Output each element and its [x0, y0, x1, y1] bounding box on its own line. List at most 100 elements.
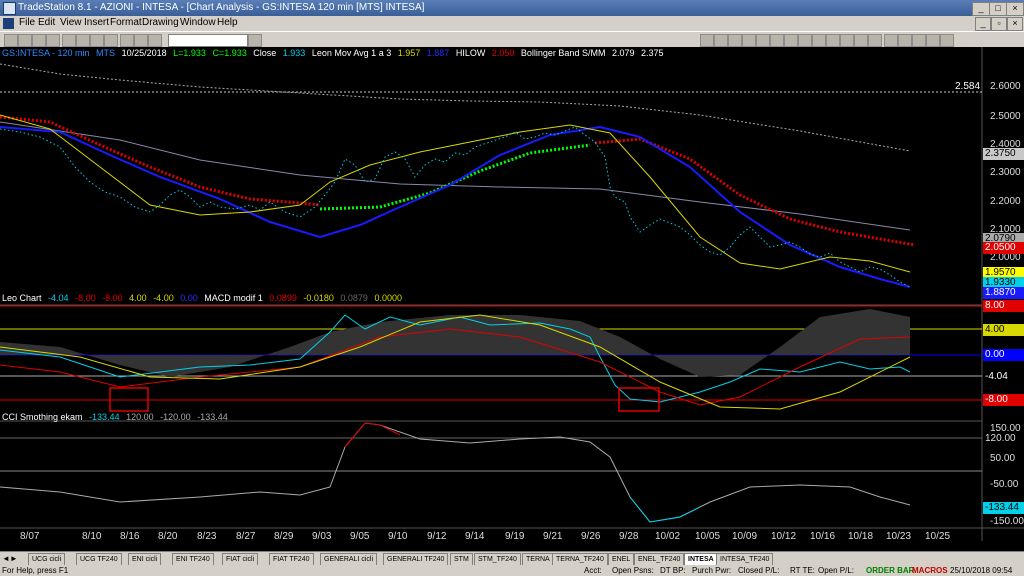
tab-scroll-left-icon[interactable]: ◄► [2, 554, 18, 563]
leo-legend-v3: -8.00 [102, 293, 123, 303]
date-label: 10/16 [810, 531, 836, 542]
rectangle-icon[interactable] [798, 34, 812, 47]
bb-red-right [594, 137, 916, 247]
leo-legend-v6: 0.00 [180, 293, 198, 303]
menu-insert[interactable]: Insert [84, 17, 109, 28]
properties-icon[interactable] [898, 34, 912, 47]
strategy-icon[interactable] [926, 34, 940, 47]
legend-movavg: Leon Mov Avg 1 a 3 [311, 48, 392, 58]
cursor-icon[interactable] [700, 34, 714, 47]
text-icon[interactable] [784, 34, 798, 47]
price-tick: 2.5000 [990, 111, 1021, 122]
legend-close-val: 1.933 [282, 48, 306, 58]
arrow-up-icon[interactable] [826, 34, 840, 47]
cci-legend-v2: 120.00 [126, 412, 154, 422]
status-datetime: 25/10/2018 09:54 [950, 566, 1013, 575]
date-label: 10/02 [655, 531, 681, 542]
legend-close-label: Close [253, 48, 277, 58]
leo-legend-v2: -8.00 [75, 293, 96, 303]
zoom-in-icon[interactable] [134, 34, 148, 47]
date-label: 9/26 [581, 531, 601, 542]
date-label: 10/12 [771, 531, 797, 542]
menu-file[interactable]: File [19, 17, 35, 28]
chart-area[interactable]: GS:INTESA - 120 min MTS 10/25/2018 L=1.9… [0, 47, 1024, 541]
menu-help[interactable]: Help [217, 17, 238, 28]
menu-format[interactable]: Format [110, 17, 142, 28]
leo-legend-macd: MACD modif 1 [204, 293, 263, 303]
leo-legend-m2: -0.0180 [303, 293, 334, 303]
cut-icon[interactable] [62, 34, 76, 47]
legend-bb-val1: 2.079 [611, 48, 635, 58]
trendline-icon[interactable] [728, 34, 742, 47]
bb-upper-label: 2.3750 [983, 148, 1024, 160]
cci-label-120: 120.00 [983, 433, 1024, 445]
chart-window-icon [3, 18, 14, 29]
date-label: 8/27 [236, 531, 256, 542]
minimize-button[interactable]: _ [972, 2, 990, 16]
date-label: 9/28 [619, 531, 639, 542]
workspace-tabs: ◄► UCG cicli UCG TF240 ENI cicli ENI TF2… [0, 551, 1024, 567]
cci-cyan-trough [629, 496, 701, 523]
mdi-restore-button[interactable]: ▫ [991, 17, 1007, 31]
movavg2-label: 1.8870 [983, 287, 1024, 299]
horizontal-line-icon[interactable] [742, 34, 756, 47]
status-order-bar[interactable]: ORDER BAR [866, 565, 914, 576]
arrow-down-icon[interactable] [840, 34, 854, 47]
leo-legend-m4: 0.0000 [374, 293, 402, 303]
maximize-button[interactable]: □ [989, 2, 1007, 16]
long-trend-line [0, 63, 911, 152]
status-macros[interactable]: MACROS [912, 565, 948, 576]
crosshair-icon[interactable] [714, 34, 728, 47]
resistance-value: 2.584 [955, 81, 981, 92]
close-button[interactable]: × [1006, 2, 1024, 16]
date-label: 8/10 [82, 531, 102, 542]
price-tick: 2.6000 [990, 81, 1021, 92]
zoom-out-icon[interactable] [148, 34, 162, 47]
menu-edit[interactable]: Edit [38, 17, 55, 28]
save-icon[interactable] [32, 34, 46, 47]
mdi-close-button[interactable]: × [1007, 17, 1023, 31]
menu-window[interactable]: Window [180, 17, 216, 28]
cci-legend-name: CCI Smothing ekam [2, 412, 83, 422]
status-open-psns: Open Psns: [612, 566, 654, 575]
leo-legend-v4: 4.00 [129, 293, 147, 303]
print-icon[interactable] [46, 34, 60, 47]
fibonacci-icon[interactable] [770, 34, 784, 47]
chart-icon[interactable] [120, 34, 134, 47]
date-label: 10/05 [695, 531, 721, 542]
refresh-icon[interactable] [940, 34, 954, 47]
status-acct: Acct: [584, 566, 602, 575]
cci-tick: 50.00 [990, 453, 1016, 464]
leo-legend: Leo Chart -4.04 -8.00 -8.00 4.00 -4.00 0… [2, 293, 406, 303]
date-label: 9/05 [350, 531, 370, 542]
menu-drawing[interactable]: Drawing [142, 17, 179, 28]
legend-movavg-val2: 1.887 [426, 48, 450, 58]
price-tick: 2.3000 [990, 167, 1021, 178]
cci-label-value: -133.44 [983, 502, 1024, 514]
indicator-icon[interactable] [912, 34, 926, 47]
legend-hilow: HILOW [455, 48, 486, 58]
undo-icon[interactable] [104, 34, 118, 47]
cci-legend-v1: -133.44 [89, 412, 120, 422]
circle-icon[interactable] [854, 34, 868, 47]
status-bar: For Help, press F1 Acct: Open Psns: DT B… [0, 565, 1024, 576]
open-icon[interactable] [18, 34, 32, 47]
copy-icon[interactable] [76, 34, 90, 47]
vertical-line-icon[interactable] [756, 34, 770, 47]
leo-label-0: 0.00 [983, 349, 1024, 361]
new-icon[interactable] [4, 34, 18, 47]
status-purch-pwr: Purch Pwr: [692, 566, 732, 575]
yellow-ma-line [0, 114, 911, 273]
legend-symbol: GS:INTESA - 120 min [2, 48, 90, 58]
mdi-minimize-button[interactable]: _ [975, 17, 991, 31]
symbol-input[interactable] [168, 34, 248, 47]
dropdown-icon[interactable] [248, 34, 262, 47]
legend-hilow-val: 2.050 [491, 48, 515, 58]
scale-icon[interactable] [884, 34, 898, 47]
paste-icon[interactable] [90, 34, 104, 47]
gann-icon[interactable] [868, 34, 882, 47]
ellipse-icon[interactable] [812, 34, 826, 47]
menu-view[interactable]: View [60, 17, 82, 28]
date-label: 10/09 [732, 531, 758, 542]
date-label: 9/19 [505, 531, 525, 542]
